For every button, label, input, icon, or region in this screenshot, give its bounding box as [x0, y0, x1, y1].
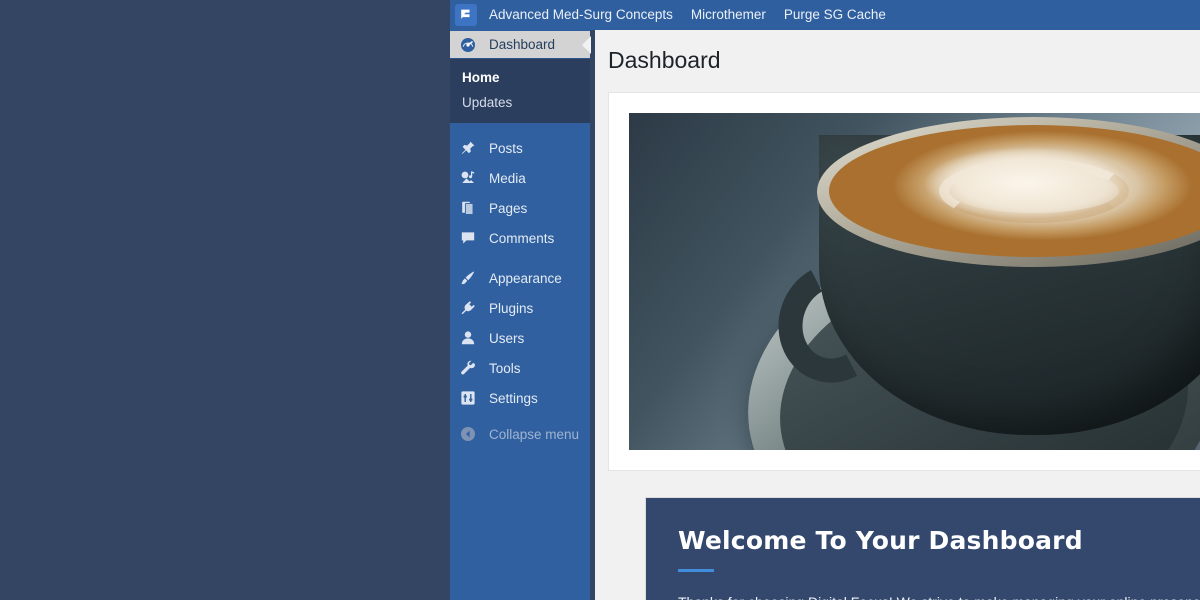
- welcome-accent-rule: [678, 568, 714, 572]
- sidebar-separator-2: [450, 253, 590, 263]
- admin-content-area: Dashboard RISE DO S: [595, 30, 1200, 600]
- sidebar-item-pages[interactable]: Pages: [450, 193, 590, 223]
- welcome-title: Welcome To Your Dashboard: [678, 525, 1083, 555]
- sidebar-item-label: Posts: [489, 140, 523, 156]
- sidebar-collapse-menu[interactable]: Collapse menu: [450, 419, 590, 449]
- admin-bar: Advanced Med-Surg Concepts Microthemer P…: [450, 0, 1200, 30]
- sidebar-separator-1: [450, 123, 590, 133]
- paintbrush-icon: [460, 270, 480, 286]
- sidebar-item-media[interactable]: Media: [450, 163, 590, 193]
- sidebar-item-appearance[interactable]: Appearance: [450, 263, 590, 293]
- sidebar-item-users[interactable]: Users: [450, 323, 590, 353]
- admin-sidebar-menu: Dashboard Home Updates Posts Media Pages…: [450, 30, 591, 600]
- sidebar-item-comments[interactable]: Comments: [450, 223, 590, 253]
- collapse-arrow-icon: [460, 426, 480, 442]
- sidebar-item-label: Plugins: [489, 300, 534, 316]
- sidebar-item-label: Comments: [489, 230, 555, 246]
- settings-sliders-icon: [460, 390, 480, 406]
- sidebar-subitem-home[interactable]: Home: [450, 65, 590, 90]
- sidebar-item-label: Media: [489, 170, 526, 186]
- sidebar-item-label: Pages: [489, 200, 528, 216]
- pushpin-icon: [460, 140, 480, 156]
- sidebar-item-label: Settings: [489, 390, 538, 406]
- sidebar-item-settings[interactable]: Settings: [450, 383, 590, 413]
- sidebar-item-dashboard[interactable]: Dashboard: [450, 30, 591, 59]
- sidebar-item-plugins[interactable]: Plugins: [450, 293, 590, 323]
- banner-image: RISE DO S: [629, 112, 1200, 450]
- page-title: Dashboard: [608, 47, 721, 73]
- comment-bubble-icon: [460, 230, 480, 246]
- latte-art-swirl: [939, 158, 1129, 223]
- wrench-icon: [460, 360, 480, 376]
- sidebar-item-label: Users: [489, 330, 525, 346]
- media-icon: [460, 170, 480, 186]
- sidebar-item-tools[interactable]: Tools: [450, 353, 590, 383]
- page-root: Advanced Med-Surg Concepts Microthemer P…: [0, 0, 1200, 600]
- adminbar-microthemer[interactable]: Microthemer: [682, 0, 775, 30]
- sidebar-submenu-dashboard: Home Updates: [450, 59, 590, 123]
- dashboard-gauge-icon: [460, 37, 480, 53]
- sidebar-subitem-updates[interactable]: Updates: [450, 90, 590, 115]
- sidebar-item-label: Appearance: [489, 270, 562, 286]
- banner-card: RISE DO S: [608, 91, 1200, 471]
- sidebar-item-posts[interactable]: Posts: [450, 133, 590, 163]
- welcome-panel: Welcome To Your Dashboard Thanks for cho…: [645, 496, 1200, 600]
- user-icon: [460, 330, 480, 346]
- adminbar-purge-sg-cache[interactable]: Purge SG Cache: [775, 0, 895, 30]
- sidebar-collapse-label: Collapse menu: [489, 426, 580, 442]
- adminbar-logo[interactable]: [450, 0, 482, 30]
- sidebar-item-label: Tools: [489, 360, 521, 376]
- welcome-body-text: Thanks for choosing Digital Focus! We st…: [678, 590, 1200, 600]
- sidebar-item-label: Dashboard: [489, 37, 556, 52]
- current-item-arrow-icon: [582, 35, 591, 54]
- adminbar-site-name[interactable]: Advanced Med-Surg Concepts: [482, 0, 682, 30]
- flag-logo-icon: [455, 4, 477, 26]
- wordpress-admin-shell: Advanced Med-Surg Concepts Microthemer P…: [450, 0, 1200, 600]
- pages-icon: [460, 200, 480, 216]
- plug-icon: [460, 300, 480, 316]
